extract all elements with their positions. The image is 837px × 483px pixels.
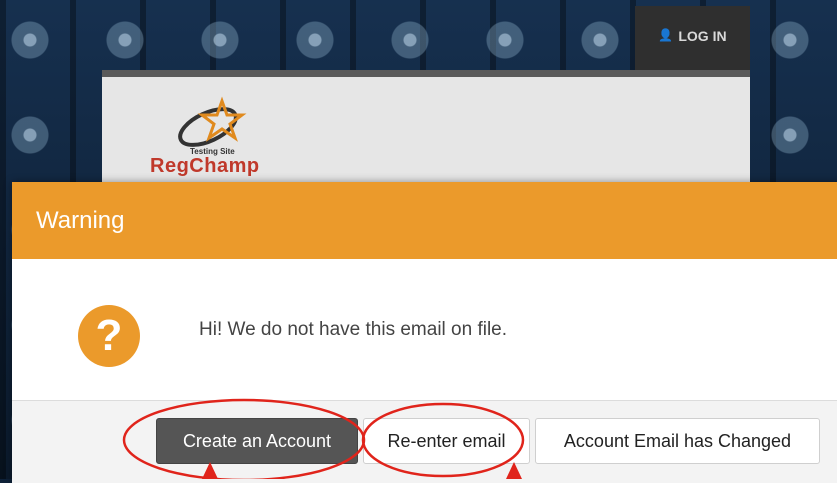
user-icon: 👤 — [658, 28, 674, 42]
email-changed-button[interactable]: Account Email has Changed — [535, 418, 820, 464]
dialog-footer: Create an Account Re-enter email Account… — [12, 400, 837, 483]
question-icon: ? — [78, 305, 140, 367]
header-inner: Testing Site RegChamp — [102, 77, 750, 185]
dialog-title: Warning — [36, 206, 125, 234]
dialog-message: Hi! We do not have this email on file. — [199, 319, 508, 340]
dialog-body: ? Hi! We do not have this email on file. — [12, 259, 837, 400]
login-label: LOG IN — [678, 28, 727, 44]
site-header: Testing Site RegChamp — [102, 70, 750, 185]
reenter-email-button[interactable]: Re-enter email — [363, 418, 530, 464]
create-account-button[interactable]: Create an Account — [156, 418, 358, 464]
site-logo[interactable]: Testing Site RegChamp — [150, 93, 280, 183]
warning-dialog: Warning ? Hi! We do not have this email … — [12, 182, 837, 483]
logo-brand: RegChamp — [150, 155, 260, 177]
login-button[interactable]: 👤 LOG IN — [635, 6, 750, 76]
star-swoosh-icon — [178, 96, 247, 147]
dialog-header: Warning — [12, 182, 837, 259]
